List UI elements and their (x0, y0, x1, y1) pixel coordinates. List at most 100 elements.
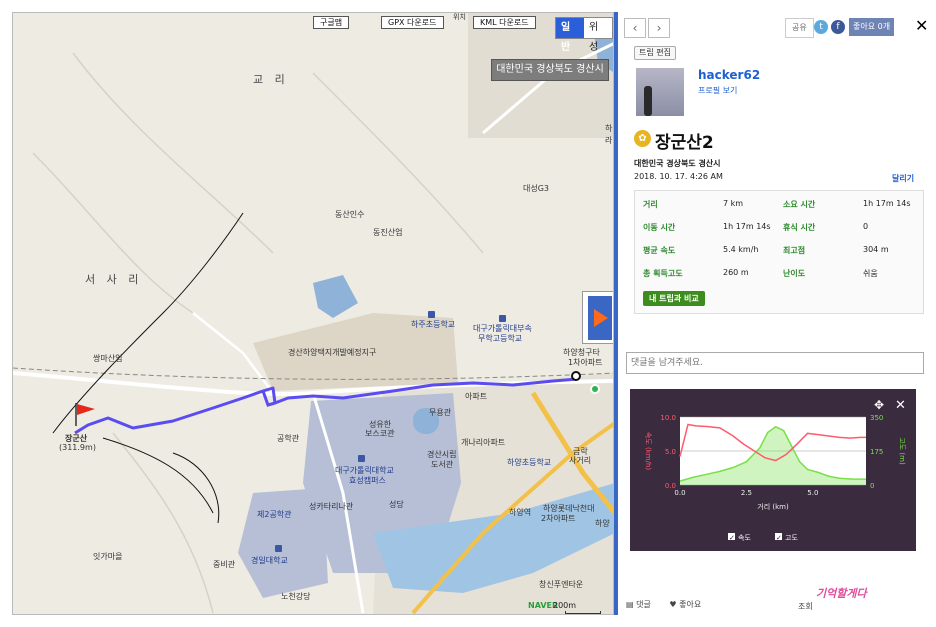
comment-count-link[interactable]: ▤ 댓글 (626, 600, 659, 609)
stat-label: 최고점 (783, 246, 806, 255)
map-label-itgamaeul: 잇가마을 (93, 552, 123, 561)
y-tick-left: 5.0 (665, 448, 676, 456)
x-tick: 2.5 (741, 489, 752, 497)
gpx-download-button[interactable]: GPX 다운로드 (381, 16, 444, 29)
stat-value: 304 m (863, 245, 889, 254)
play-button[interactable] (582, 291, 613, 344)
profile-link[interactable]: 프로필 보기 (698, 85, 737, 96)
stat-label: 평균 속도 (643, 246, 676, 255)
y-tick-right: 0 (870, 482, 874, 490)
map-type-satellite[interactable]: 위성 (584, 18, 612, 53)
trip-date: 2018. 10. 17. 4:26 AM (634, 172, 723, 181)
map-label-hayang-station: 하양역 (509, 508, 532, 517)
kml-download-button[interactable]: KML 다운로드 (473, 16, 536, 29)
comment-label: 댓글 (636, 600, 651, 609)
stat-label: 난이도 (783, 269, 806, 278)
peak-flag-icon (75, 403, 95, 426)
prev-arrow-icon[interactable]: ‹ (624, 18, 646, 38)
region-label: 대한민국 경상북도 경산시 (491, 59, 609, 81)
twitter-icon[interactable]: t (814, 20, 828, 34)
google-map-button[interactable]: 구글맵 (313, 16, 350, 29)
map-label-district: 경산하양택지개발예정지구 (288, 348, 377, 357)
map-label-cath-school-2: 무학고등학교 (478, 334, 523, 343)
like-footer-link[interactable]: ♥ 좋아요 (669, 600, 709, 609)
map-label-univ-2: 효성캠퍼스 (349, 476, 386, 485)
school-marker (428, 311, 435, 318)
stat-value: 0 (863, 222, 869, 231)
stat-row: 총 획득고도 260 m 난이도 쉬움 (635, 263, 925, 283)
scale-bar (565, 611, 601, 614)
stat-value: 1h 17m 14s (863, 199, 911, 208)
facebook-icon[interactable]: f (831, 20, 845, 34)
avatar[interactable] (636, 68, 684, 116)
x-tick: 0.0 (674, 489, 685, 497)
map-label-hayang-ri: 하양 (595, 519, 610, 528)
map-label-gongha: 공학관 (277, 434, 300, 443)
stat-row: 거리 7 km 소요 시간 1h 17m 14s (635, 194, 925, 214)
map-label-dongsan: 동산인수 (335, 210, 365, 219)
legend-check-icon: ✓ (776, 534, 782, 542)
like-button[interactable]: 좋아요 0개 (849, 18, 895, 36)
stat-value: 쉬움 (863, 269, 878, 278)
stat-label: 소요 시간 (783, 200, 816, 209)
share-label: 공유 (785, 18, 814, 38)
map-label-muyong: 무용관 (429, 408, 452, 417)
y-tick-right: 175 (870, 448, 883, 456)
next-arrow-icon[interactable]: › (648, 18, 670, 38)
views-label: 조회 (798, 602, 813, 611)
trip-location: 대한민국 경상북도 경산시 (634, 159, 721, 168)
move-icon: ✥ (874, 398, 884, 412)
map-view[interactable]: 구글맵 GPX 다운로드 KML 다운로드 위치 일반 위성 대한민국 경상북도… (12, 12, 614, 615)
close-icon[interactable]: ✕ (915, 16, 928, 35)
watermark: 기억할게다 (816, 587, 867, 600)
chart-svg: 10.05.00.035017500.0 2.5 5.0거리 (km)속도 (km/… (644, 398, 906, 542)
start-marker-icon[interactable] (590, 384, 600, 394)
trip-title: 장군산2 (655, 133, 714, 153)
scale-label: 200m (553, 601, 577, 610)
map-label-haju-school: 하주초등학교 (411, 320, 456, 329)
stat-label: 총 획득고도 (643, 269, 683, 278)
stat-row: 평균 속도 5.4 km/h 최고점 304 m (635, 240, 925, 260)
map-label-library-2: 도서관 (431, 460, 454, 469)
stat-label: 이동 시간 (643, 223, 676, 232)
map-label-gongak: 금락 (573, 447, 588, 456)
map-label-kyungil: 경일대학교 (251, 556, 288, 565)
comment-input[interactable] (626, 352, 924, 374)
elevation-speed-chart: 10.0 5.0 0.0 350 175 0 0.0 2.5 5.0 거리 (km) 속도 (km/… (630, 389, 916, 551)
stat-value: 1h 17m 14s (723, 222, 771, 231)
map-label-dongjin: 동진산업 (373, 228, 403, 237)
legend-check-icon: ✓ (729, 534, 735, 542)
compare-trip-button[interactable]: 내 트립과 비교 (643, 291, 705, 306)
map-type-normal[interactable]: 일반 (556, 18, 584, 53)
chart-close-icon: ✕ (895, 398, 906, 413)
map-label-nocheon: 노천강당 (281, 592, 311, 601)
y-axis-label-left: 속도 (km/h) (644, 432, 652, 471)
map-label-hayang-elem: 하양초등학교 (507, 458, 552, 467)
y-tick-left: 10.0 (660, 414, 676, 422)
map-label-hayang-apt-2: 1차아파트 (568, 358, 603, 367)
activity-type: 달리기 (892, 174, 915, 183)
map-label-seongdang: 성당 (389, 500, 404, 509)
trip-panel: ‹ › 공유 t f 좋아요 0개 ✕ 트립 편집 hacker62 프로필 보… (614, 12, 928, 615)
like-footer-label: 좋아요 (679, 600, 702, 609)
trip-edit-button[interactable]: 트립 편집 (634, 46, 676, 60)
stats-table: 거리 7 km 소요 시간 1h 17m 14s 이동 시간 1h 17m 14… (634, 190, 924, 314)
map-label-changsin: 창신푸엔타운 (539, 580, 584, 589)
map-label-daesung: 대성G3 (523, 184, 550, 193)
legend-speed: 속도 (738, 534, 751, 542)
map-base-layer (13, 13, 613, 614)
username-link[interactable]: hacker62 (698, 68, 760, 82)
school-marker (499, 315, 506, 322)
map-label-gongdae2: 제2공학관 (257, 510, 292, 519)
panel-footer: ▤ 댓글 ♥ 좋아요 (626, 599, 717, 610)
activity-icon: ✿ (634, 130, 651, 147)
map-label-hayang-lotte-2: 2차아파트 (541, 514, 576, 523)
y-axis-label-right: 고도 (m) (898, 437, 906, 465)
map-type-toggle[interactable]: 일반 위성 (555, 17, 613, 53)
map-label-seosari: 서 사 리 (85, 273, 143, 286)
end-marker-icon[interactable] (571, 371, 581, 381)
top-label: 위치 (453, 13, 466, 21)
y-tick-right: 350 (870, 414, 883, 422)
map-label-edge-ra: 라 (605, 136, 613, 145)
stat-value: 7 km (723, 199, 744, 208)
